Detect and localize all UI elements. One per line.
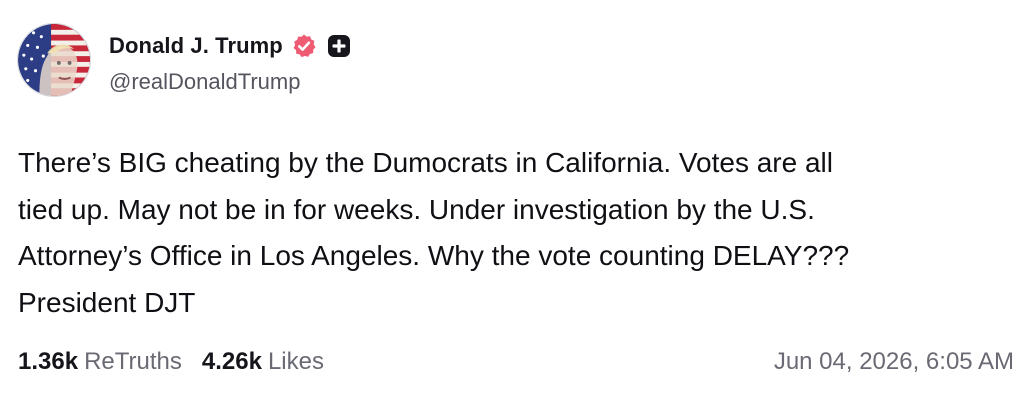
post-body-line: tied up. May not be in for weeks. Under … [18, 193, 815, 225]
retruths-stat[interactable]: 1.36k ReTruths [18, 348, 182, 376]
likes-stat[interactable]: 4.26k Likes [202, 348, 324, 376]
post-body-line: President DJT [18, 286, 196, 318]
author-name-row: Donald J. Trump [109, 30, 351, 62]
verified-badge-icon [293, 34, 316, 58]
flag-portrait-icon [18, 24, 90, 96]
post-timestamp[interactable]: Jun 04, 2026, 6:05 AM [774, 348, 1014, 376]
post-body: There’s BIG cheating by the Dumocrats in… [18, 140, 1008, 326]
likes-label: Likes [267, 348, 324, 375]
post-card: Donald J. Trump @realDonaldTrump There’s… [0, 0, 1024, 400]
post-body-line: Attorney’s Office in Los Angeles. Why th… [18, 240, 850, 271]
likes-count: 4.26k [201, 348, 262, 375]
post-body-line: There’s BIG cheating by the Dumocrats in… [18, 147, 833, 178]
author-display-name[interactable]: Donald J. Trump [109, 33, 283, 59]
post-stats: 1.36k ReTruths 4.26k Likes [18, 348, 324, 376]
plus-badge-icon [327, 35, 350, 57]
retruths-count: 1.36k [18, 348, 79, 375]
author-handle[interactable]: @realDonaldTrump [109, 69, 300, 95]
retruths-label: ReTruths [84, 348, 182, 375]
avatar[interactable] [17, 23, 91, 97]
